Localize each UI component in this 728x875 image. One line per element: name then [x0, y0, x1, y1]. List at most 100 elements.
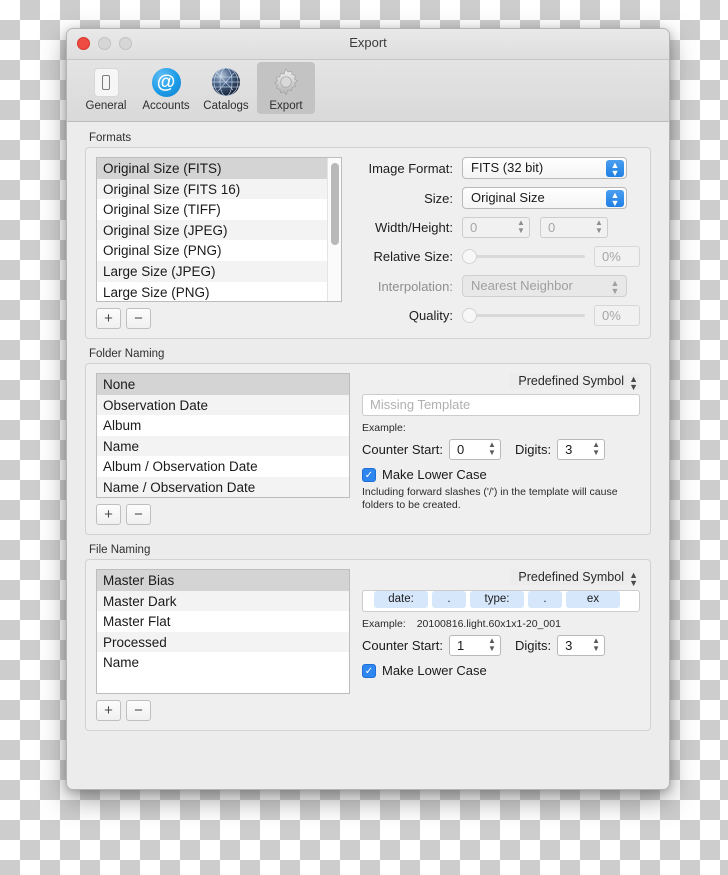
list-item[interactable]: Name: [97, 435, 349, 457]
list-item[interactable]: Name: [97, 652, 349, 673]
quality-slider[interactable]: [462, 305, 585, 326]
list-item[interactable]: Original Size (JPEG): [97, 219, 341, 241]
chevron-updown-icon: ▲ ▼: [610, 278, 620, 296]
folder-counter-start-field[interactable]: 0 ▲ ▼: [448, 439, 501, 460]
folder-digits-value: 3: [565, 442, 573, 457]
file-predefined-symbol-select[interactable]: Predefined Symbol ▲ ▼: [510, 569, 640, 588]
add-folder-rule-button[interactable]: +: [96, 504, 121, 525]
folder-counter-stepper[interactable]: ▲ ▼: [486, 441, 498, 459]
list-item[interactable]: Album: [97, 415, 349, 436]
list-item[interactable]: Observation Date: [97, 394, 349, 416]
template-token[interactable]: type:: [470, 591, 524, 608]
file-counter-start-field[interactable]: 1 ▲ ▼: [448, 635, 501, 656]
folder-counter-row: Counter Start: 0 ▲ ▼ Digits: 3 ▲ ▼: [362, 439, 640, 460]
file-lower-case-checkbox[interactable]: ✓: [362, 663, 376, 678]
add-format-button[interactable]: +: [96, 308, 121, 329]
formats-list-wrapper: Original Size (FITS) Original Size (FITS…: [96, 157, 342, 329]
folder-naming-list[interactable]: None Observation Date Album Name Album /…: [96, 373, 350, 498]
list-item[interactable]: Original Size (FITS 16): [97, 178, 341, 200]
image-format-label: Image Format:: [368, 160, 453, 176]
slider-knob[interactable]: [462, 308, 477, 323]
formats-list[interactable]: Original Size (FITS) Original Size (FITS…: [96, 157, 342, 302]
image-format-row: Image Format: FITS (32 bit) ▲ ▼: [354, 157, 640, 179]
folder-digits-field[interactable]: 3 ▲ ▼: [557, 439, 606, 460]
toolbar-item-export[interactable]: Export: [257, 62, 315, 114]
preferences-toolbar: General @ Accounts Catalogs Export: [67, 60, 669, 122]
template-token[interactable]: ex: [566, 591, 620, 608]
size-select[interactable]: Original Size ▲ ▼: [462, 187, 627, 209]
title-bar: Export: [67, 29, 669, 60]
add-file-rule-button[interactable]: +: [96, 700, 121, 721]
list-item[interactable]: None: [97, 374, 349, 395]
list-item[interactable]: Master Dark: [97, 590, 349, 612]
toolbar-label-export: Export: [269, 100, 303, 112]
list-item[interactable]: Original Size (PNG): [97, 240, 341, 261]
file-digits-field[interactable]: 3 ▲ ▼: [557, 635, 606, 656]
template-token[interactable]: date:: [374, 591, 428, 608]
list-item[interactable]: Processed: [97, 631, 349, 653]
folder-digits-stepper[interactable]: ▲ ▼: [590, 441, 602, 459]
export-preferences-window: Export General @ Accounts Catalogs Expor…: [66, 28, 670, 790]
list-item[interactable]: Master Bias: [97, 570, 349, 591]
list-item[interactable]: Large Size (PNG): [97, 282, 341, 301]
chevron-updown-icon: ▲ ▼: [629, 374, 638, 392]
toolbar-label-general: General: [85, 100, 127, 112]
list-item[interactable]: Album / Observation Date: [97, 456, 349, 477]
file-example: Example: 20100816.light.60x1x1-20_001: [362, 618, 640, 630]
image-format-select[interactable]: FITS (32 bit) ▲ ▼: [462, 157, 627, 179]
list-item[interactable]: Large Size (JPEG): [97, 260, 341, 282]
size-value: Original Size: [471, 190, 545, 205]
file-example-label: Example:: [362, 618, 406, 630]
formats-group: Formats Original Size (FITS) Original Si…: [85, 132, 651, 339]
width-height-label: Width/Height:: [374, 220, 453, 235]
file-template-field[interactable]: date: . type: . ex: [362, 590, 640, 612]
file-counter-stepper[interactable]: ▲ ▼: [486, 637, 498, 655]
interpolation-select[interactable]: Nearest Neighbor ▲ ▼: [462, 275, 627, 297]
width-field[interactable]: 0 ▲ ▼: [462, 217, 530, 238]
toolbar-item-general[interactable]: General: [77, 62, 135, 114]
file-naming-group: File Naming Master Bias Master Dark Mast…: [85, 544, 651, 731]
file-digits-value: 3: [565, 638, 573, 653]
toolbar-item-catalogs[interactable]: Catalogs: [197, 62, 255, 114]
slider-track: [472, 255, 585, 258]
height-field[interactable]: 0 ▲ ▼: [540, 217, 608, 238]
list-item[interactable]: Original Size (TIFF): [97, 199, 341, 220]
folder-lower-case-checkbox[interactable]: ✓: [362, 467, 376, 482]
formats-scrollbar[interactable]: [327, 158, 341, 301]
globe-icon: [199, 65, 253, 99]
file-naming-pane: Predefined Symbol ▲▼ date: . type: . ex: [350, 569, 640, 721]
interpolation-row: Interpolation: Nearest Neighbor ▲ ▼: [354, 275, 640, 297]
chevron-updown-icon: ▲ ▼: [629, 570, 638, 588]
size-label: Size:: [424, 190, 453, 206]
scrollbar-thumb[interactable]: [331, 163, 339, 245]
remove-file-rule-button[interactable]: −: [126, 700, 151, 721]
device-icon: [79, 65, 133, 99]
folder-counter-start-label: Counter Start:: [362, 442, 443, 457]
quality-label: Quality:: [408, 308, 453, 323]
folder-digits-label: Digits:: [514, 442, 552, 457]
list-item[interactable]: Original Size (FITS): [97, 158, 341, 179]
slider-knob[interactable]: [462, 249, 477, 264]
list-item[interactable]: Name / Observation Date: [97, 476, 349, 497]
file-lower-case-row[interactable]: ✓ Make Lower Case: [362, 663, 640, 678]
height-stepper[interactable]: ▲ ▼: [593, 219, 605, 237]
size-row: Size: Original Size ▲ ▼: [354, 187, 640, 209]
folder-lower-case-row[interactable]: ✓ Make Lower Case: [362, 467, 640, 482]
remove-folder-rule-button[interactable]: −: [126, 504, 151, 525]
file-naming-list[interactable]: Master Bias Master Dark Master Flat Proc…: [96, 569, 350, 694]
folder-naming-list-wrapper: None Observation Date Album Name Album /…: [96, 373, 350, 525]
list-item[interactable]: Master Flat: [97, 611, 349, 632]
width-stepper[interactable]: ▲ ▼: [515, 219, 527, 237]
width-height-row: Width/Height: 0 ▲ ▼ 0 ▲ ▼: [354, 217, 640, 238]
chevron-updown-icon: ▲ ▼: [606, 160, 624, 178]
toolbar-item-accounts[interactable]: @ Accounts: [137, 62, 195, 114]
file-digits-label: Digits:: [514, 638, 552, 653]
template-token[interactable]: .: [432, 591, 466, 608]
folder-naming-title: Folder Naming: [89, 348, 165, 360]
folder-template-field[interactable]: Missing Template: [362, 394, 640, 416]
file-digits-stepper[interactable]: ▲ ▼: [590, 637, 602, 655]
relative-size-slider[interactable]: [462, 246, 585, 267]
folder-predefined-symbol-select[interactable]: Predefined Symbol ▲ ▼: [510, 373, 640, 392]
remove-format-button[interactable]: −: [126, 308, 151, 329]
template-token[interactable]: .: [528, 591, 562, 608]
